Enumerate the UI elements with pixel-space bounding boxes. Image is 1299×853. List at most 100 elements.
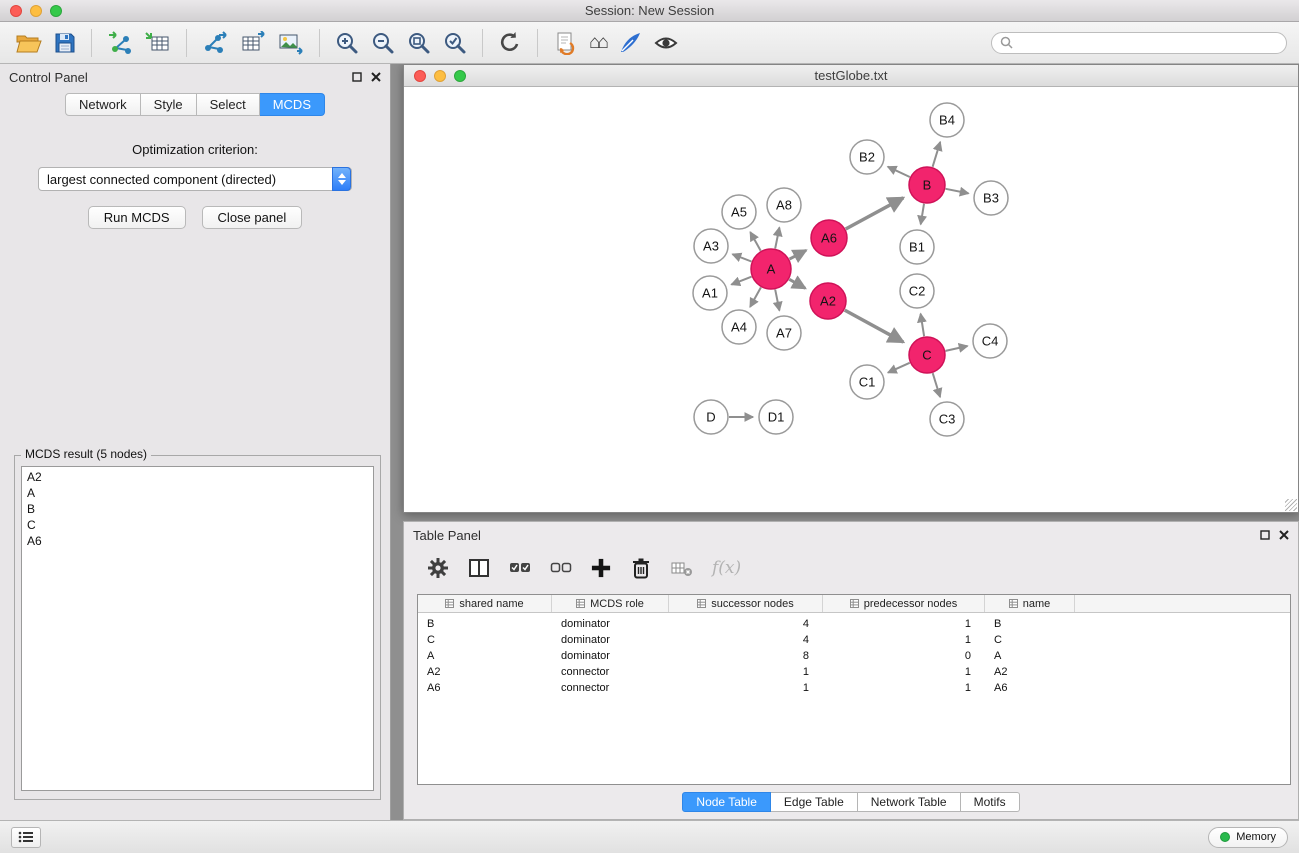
zoom-window-button[interactable]: [50, 5, 62, 17]
graph-node-B3[interactable]: B3: [974, 181, 1008, 215]
graph-node-B[interactable]: B: [909, 167, 945, 203]
close-panel-icon[interactable]: [371, 72, 381, 82]
close-window-button[interactable]: [10, 5, 22, 17]
memory-button[interactable]: Memory: [1208, 827, 1288, 848]
list-item[interactable]: A2: [22, 469, 373, 485]
tab-network-table[interactable]: Network Table: [858, 792, 961, 812]
graph-node-A1[interactable]: A1: [693, 276, 727, 310]
float-panel-icon[interactable]: [1260, 530, 1270, 540]
tab-node-table[interactable]: Node Table: [682, 792, 771, 812]
apply-style-button[interactable]: [618, 27, 642, 59]
graph-edge-A-A6[interactable]: [790, 250, 807, 259]
open-browser-button[interactable]: ⌂⌂: [589, 27, 606, 59]
column-header-predecessor-nodes[interactable]: predecessor nodes: [823, 595, 985, 612]
graph-edge-A-A8[interactable]: [775, 228, 779, 249]
list-item[interactable]: A: [22, 485, 373, 501]
tab-select[interactable]: Select: [197, 93, 260, 116]
graph-node-B4[interactable]: B4: [930, 103, 964, 137]
run-mcds-button[interactable]: Run MCDS: [88, 206, 186, 229]
export-image-button[interactable]: [278, 27, 304, 59]
graph-node-A5[interactable]: A5: [722, 195, 756, 229]
graph-node-A4[interactable]: A4: [722, 310, 756, 344]
tab-style[interactable]: Style: [141, 93, 197, 116]
graph-edge-B-B3[interactable]: [946, 189, 969, 194]
table-row[interactable]: A6connector11A6: [418, 680, 1290, 696]
network-minimize-button[interactable]: [434, 70, 446, 82]
delete-columns-button[interactable]: [671, 557, 693, 579]
graph-edge-C-C4[interactable]: [946, 346, 968, 351]
delete-rows-button[interactable]: [630, 557, 652, 579]
graph-node-A6[interactable]: A6: [811, 220, 847, 256]
show-hide-graphics-button[interactable]: [654, 27, 678, 59]
graph-edge-B-B4[interactable]: [933, 142, 941, 167]
search-input[interactable]: [1018, 36, 1278, 50]
tab-mcds[interactable]: MCDS: [260, 93, 325, 116]
graph-edge-A6-B[interactable]: [846, 198, 904, 229]
graph-node-C2[interactable]: C2: [900, 274, 934, 308]
graph-node-C4[interactable]: C4: [973, 324, 1007, 358]
network-svg[interactable]: B4 B2 B B3 A5 A8 A6 A3 B1 A C2 A1 A2 A4 A7 C4 C C1 D D1 C3: [404, 87, 1298, 512]
graph-edge-A-A5[interactable]: [750, 232, 760, 251]
save-session-button[interactable]: [54, 27, 76, 59]
graph-node-A3[interactable]: A3: [694, 229, 728, 263]
graph-edge-B-B2[interactable]: [888, 167, 910, 177]
export-table-button[interactable]: [240, 27, 266, 59]
graph-edge-C-C2[interactable]: [921, 314, 925, 337]
graph-node-A7[interactable]: A7: [767, 316, 801, 350]
open-session-button[interactable]: [16, 27, 42, 59]
network-zoom-button[interactable]: [454, 70, 466, 82]
import-table-button[interactable]: [145, 27, 171, 59]
column-header-name[interactable]: name: [985, 595, 1075, 612]
list-item[interactable]: B: [22, 501, 373, 517]
float-panel-icon[interactable]: [352, 72, 362, 82]
table-row[interactable]: Bdominator41B: [418, 616, 1290, 632]
close-panel-icon[interactable]: [1279, 530, 1289, 540]
column-header-MCDS-role[interactable]: MCDS role: [552, 595, 669, 612]
table-row[interactable]: Adominator80A: [418, 648, 1290, 664]
column-visibility-button[interactable]: [468, 557, 490, 579]
close-panel-button[interactable]: Close panel: [202, 206, 303, 229]
deselect-all-button[interactable]: [550, 557, 572, 579]
graph-edge-A-A1[interactable]: [731, 277, 751, 285]
graph-node-A[interactable]: A: [751, 249, 791, 289]
graph-edge-A-A3[interactable]: [733, 254, 752, 261]
graph-node-B1[interactable]: B1: [900, 230, 934, 264]
list-item[interactable]: A6: [22, 533, 373, 549]
optimization-criterion-select[interactable]: largest connected component (directed): [38, 167, 352, 191]
graph-edge-B-B1[interactable]: [921, 204, 924, 225]
network-close-button[interactable]: [414, 70, 426, 82]
graph-node-C3[interactable]: C3: [930, 402, 964, 436]
table-settings-button[interactable]: [427, 557, 449, 579]
zoom-selected-button[interactable]: [443, 27, 467, 59]
zoom-out-button[interactable]: [371, 27, 395, 59]
zoom-fit-button[interactable]: [407, 27, 431, 59]
graph-node-C[interactable]: C: [909, 337, 945, 373]
graph-node-A2[interactable]: A2: [810, 283, 846, 319]
export-network-button[interactable]: [202, 27, 228, 59]
refresh-view-button[interactable]: [498, 27, 522, 59]
graph-node-A8[interactable]: A8: [767, 188, 801, 222]
graph-node-D1[interactable]: D1: [759, 400, 793, 434]
tab-network[interactable]: Network: [65, 93, 141, 116]
graph-edge-A-A7[interactable]: [775, 290, 779, 311]
table-row[interactable]: Cdominator41C: [418, 632, 1290, 648]
graph-edge-A-A2[interactable]: [789, 279, 805, 288]
graph-edge-A-A4[interactable]: [750, 287, 761, 307]
tab-edge-table[interactable]: Edge Table: [771, 792, 858, 812]
zoom-in-button[interactable]: [335, 27, 359, 59]
tab-motifs[interactable]: Motifs: [961, 792, 1020, 812]
add-row-button[interactable]: [591, 558, 611, 578]
graph-edge-C-C1[interactable]: [888, 363, 910, 373]
graph-node-D[interactable]: D: [694, 400, 728, 434]
graph-edge-C-C3[interactable]: [933, 373, 940, 397]
list-item[interactable]: C: [22, 517, 373, 533]
mcds-result-list[interactable]: A2ABCA6: [21, 466, 374, 791]
import-network-button[interactable]: [107, 27, 133, 59]
column-header-successor-nodes[interactable]: successor nodes: [669, 595, 823, 612]
graph-node-C1[interactable]: C1: [850, 365, 884, 399]
network-canvas[interactable]: B4 B2 B B3 A5 A8 A6 A3 B1 A C2 A1 A2 A4 A7 C4 C C1 D D1 C3: [404, 87, 1298, 512]
graph-node-B2[interactable]: B2: [850, 140, 884, 174]
minimize-window-button[interactable]: [30, 5, 42, 17]
function-builder-button[interactable]: f(x): [712, 558, 741, 578]
table-row[interactable]: A2connector11A2: [418, 664, 1290, 680]
